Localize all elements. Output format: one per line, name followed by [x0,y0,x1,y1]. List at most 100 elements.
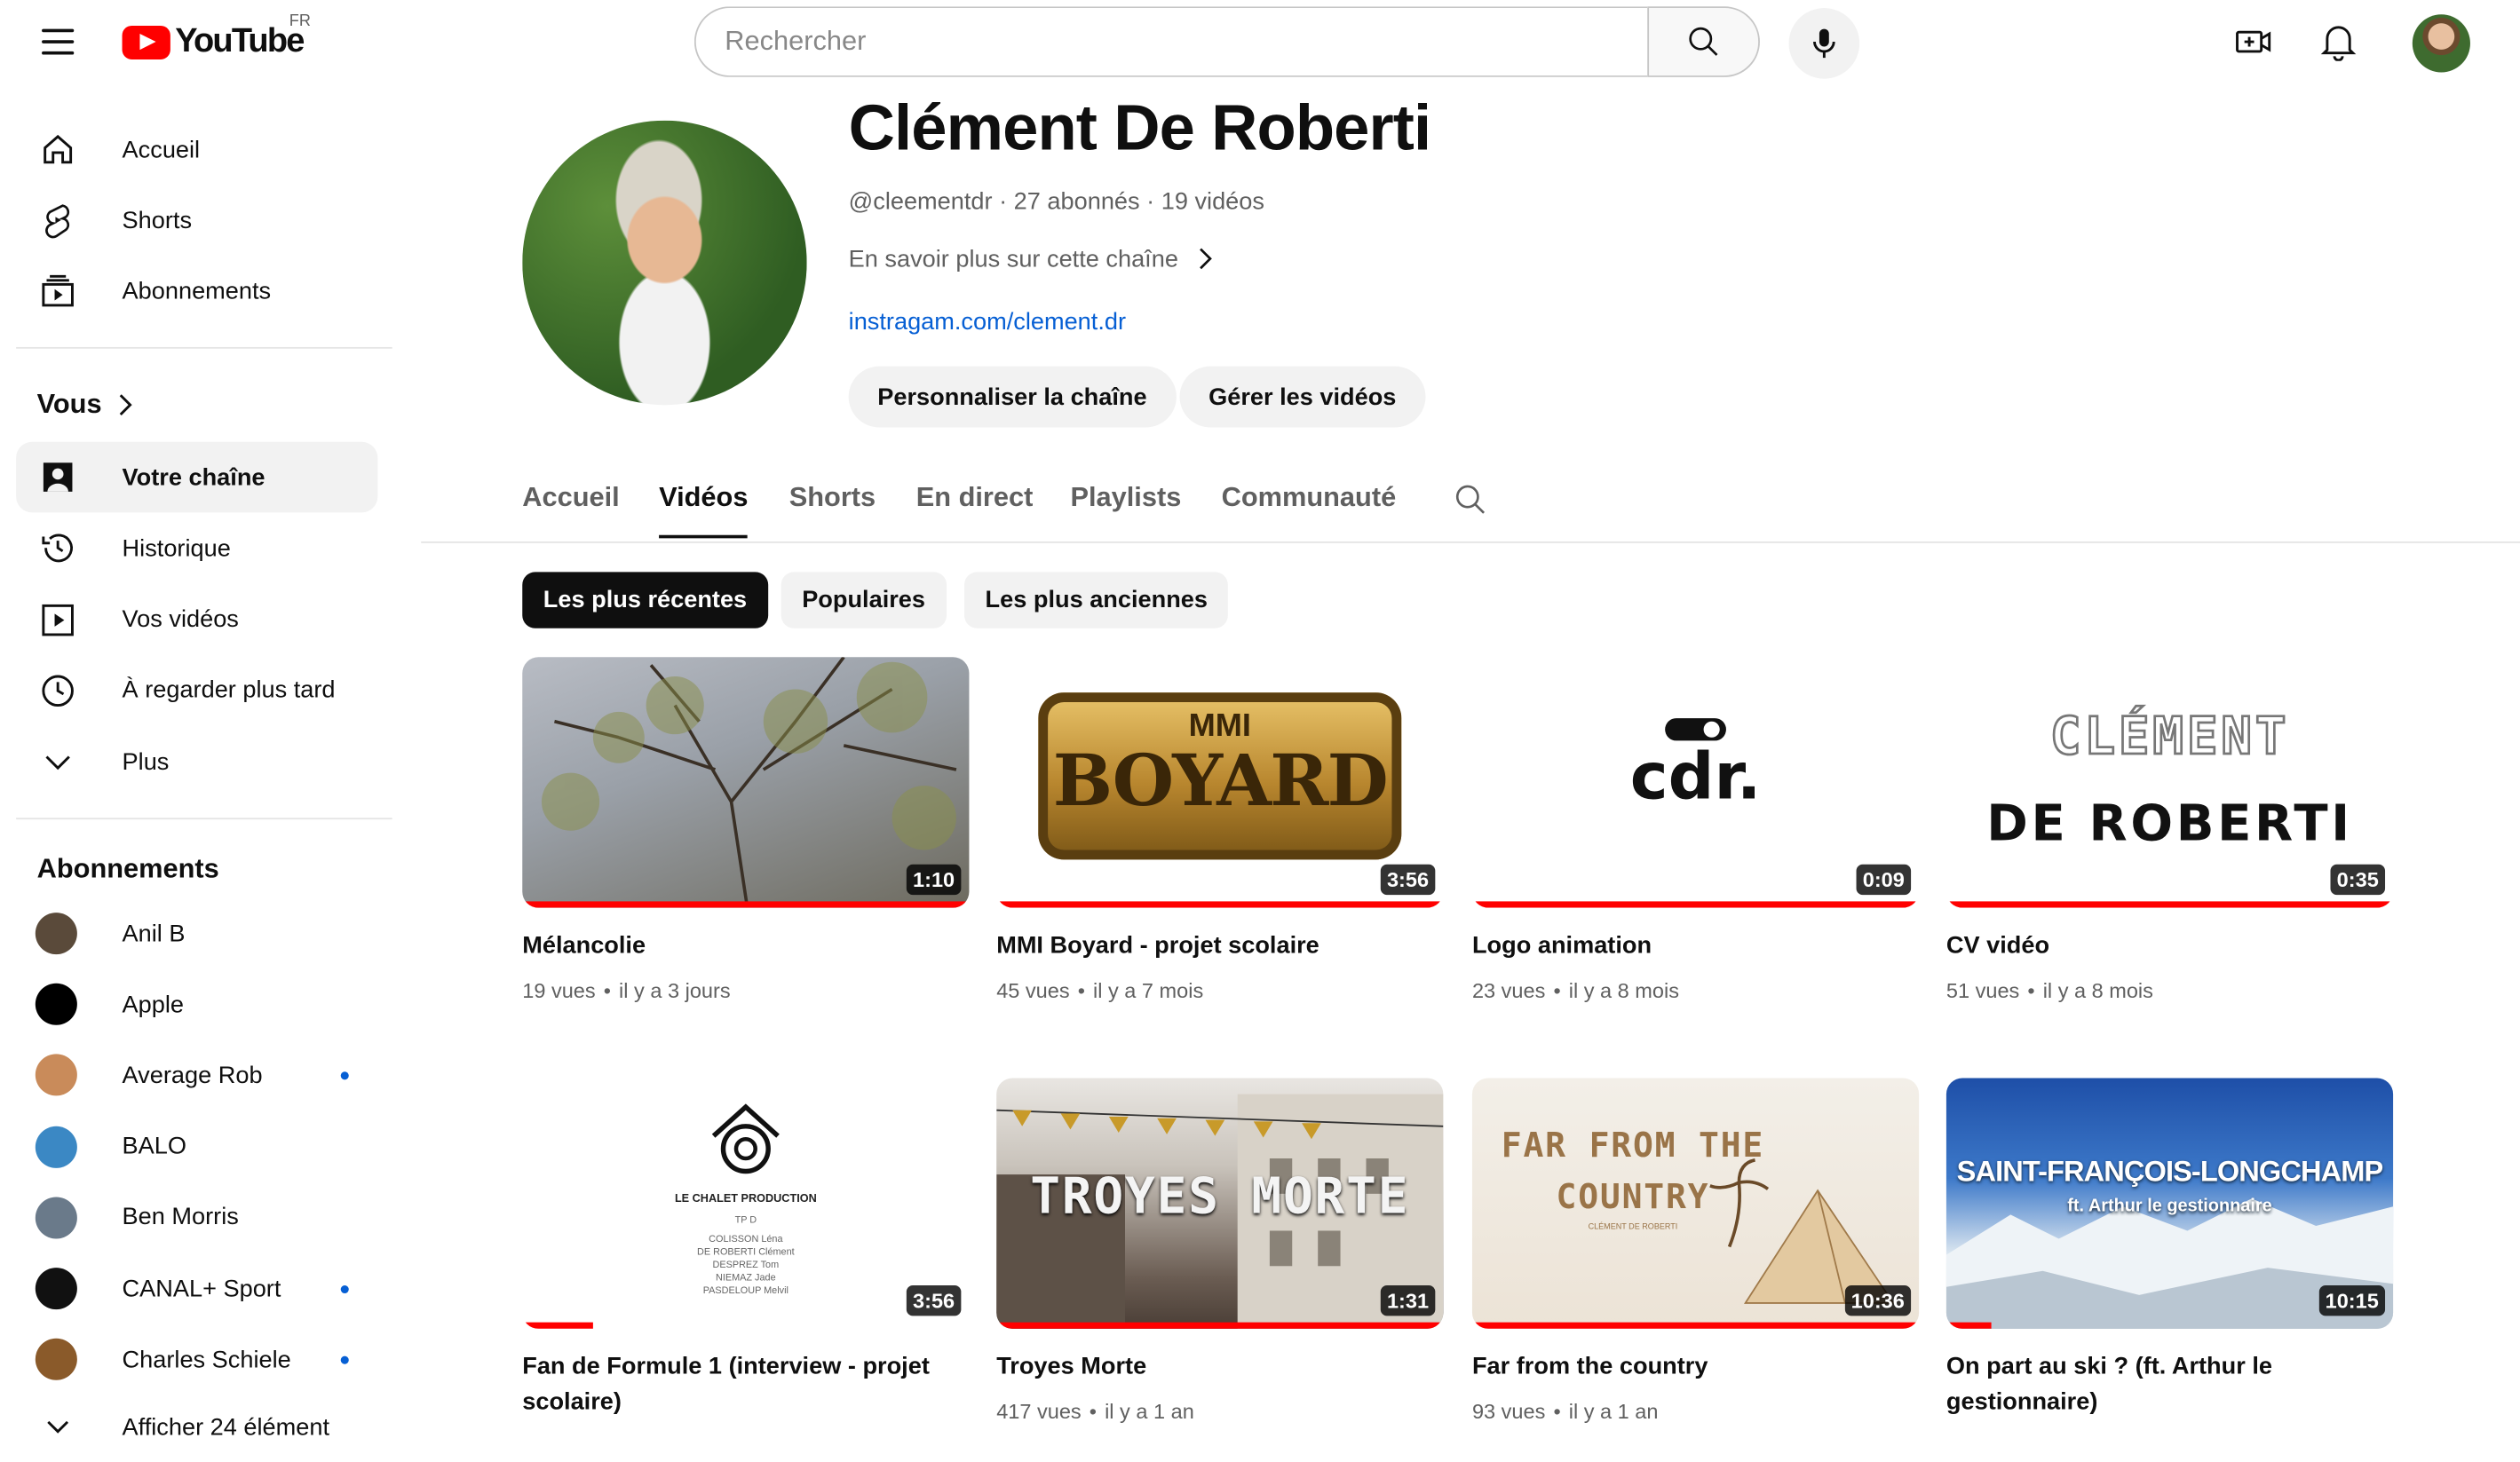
channel-avatar[interactable] [522,120,807,406]
search-button[interactable] [1647,6,1760,77]
upload-age: il y a 7 mois [1092,978,1204,1003]
video-title[interactable]: On part au ski ? (ft. Arthur le gestionn… [1946,1349,2393,1420]
video-thumbnail[interactable]: TROYES MORTE 1:31 [996,1078,1444,1329]
video-duration: 1:31 [1380,1285,1436,1316]
video-duration: 10:15 [2318,1285,2386,1316]
shorts-icon [36,198,81,243]
video-title[interactable]: CV vidéo [1946,929,2393,964]
sidebar-item-label: Accueil [122,135,201,163]
sidebar-item-historique[interactable]: Historique [16,513,377,584]
sidebar-item-shorts[interactable]: Shorts [16,185,377,256]
youtube-play-icon [122,25,170,59]
search-icon [1689,27,1718,56]
tab-en-direct[interactable]: En direct [916,482,1034,514]
view-count: 93 vues [1471,1399,1546,1424]
sort-chip[interactable]: Les plus récentes [522,572,768,628]
tabs-divider [421,541,2520,543]
logo-text: YouTube [175,22,305,59]
view-count: 45 vues [996,978,1070,1003]
sidebar-item--regarder-plus-tard[interactable]: À regarder plus tard [16,655,377,726]
youtube-logo[interactable]: YouTube FR [122,12,311,65]
subscription-item[interactable]: Average Rob [16,1040,377,1111]
sidebar-item-accueil[interactable]: Accueil [16,115,377,186]
customize-channel-button[interactable]: Personnaliser la chaîne [848,366,1177,428]
video-thumbnail[interactable]: 1:10 [522,657,970,908]
video-title[interactable]: MMI Boyard - projet scolaire [996,929,1443,964]
history-icon [36,526,81,571]
channel-search-button[interactable] [1453,482,1488,526]
tab-shorts[interactable]: Shorts [789,482,876,514]
channel-avatar-icon [35,1055,77,1097]
channel-external-link[interactable]: instragam.com/clement.dr [849,309,1126,336]
video-title[interactable]: Mélancolie [522,929,969,964]
notifications-button[interactable] [2306,16,2370,67]
sidebar-item-plus[interactable]: Plus [16,726,377,797]
sort-chip[interactable]: Les plus anciennes [964,572,1229,628]
meta-separator: • [603,978,611,1003]
video-title[interactable]: Troyes Morte [996,1349,1443,1385]
thumbnail-credit: PASDELOUP Melvil [702,1286,788,1297]
channel-about-label: En savoir plus sur cette chaîne [848,245,1178,273]
meta-separator: • [1553,1399,1561,1424]
menu-icon[interactable] [26,22,90,60]
sidebar-item-label: Plus [122,747,170,776]
channel-about-link[interactable]: En savoir plus sur cette chaîne [849,244,1220,273]
subscription-item[interactable]: Ben Morris [16,1182,377,1253]
search-box [693,6,1648,77]
create-button[interactable] [2221,16,2285,67]
microphone-icon [1813,28,1835,59]
video-title[interactable]: Logo animation [1472,929,1919,964]
subscription-name: Ben Morris [122,1204,239,1231]
account-avatar[interactable] [2412,14,2470,73]
voice-search-button[interactable] [1788,8,1860,79]
manage-videos-button[interactable]: Gérer les vidéos [1179,366,1425,428]
watch-progress-bar [996,901,1444,908]
tab-accueil[interactable]: Accueil [522,482,619,514]
sidebar-item-vos-vid-os[interactable]: Vos vidéos [16,584,377,655]
watch-progress-bar [996,1322,1444,1329]
tab-playlists[interactable]: Playlists [1070,482,1181,514]
create-video-icon [2236,30,2271,53]
video-thumbnail[interactable]: LE CHALET PRODUCTION TP D COLISSON Léna DE … [522,1078,970,1329]
video-thumbnail[interactable]: SAINT-FRANÇOIS-LONGCHAMP ft. Arthur le ge… [1945,1078,2394,1329]
video-thumbnail[interactable]: CLÉMENT DE ROBERTI 0:35 [1945,657,2394,908]
view-count: 417 vues [996,1399,1082,1424]
tab-vid-os[interactable]: Vidéos [659,482,748,514]
upload-age: il y a 3 jours [619,978,731,1003]
watch-progress-bar [1945,1322,1992,1329]
thumbnail-credit: DE ROBERTI Clément [697,1248,795,1259]
subscription-item[interactable]: Anil B [16,898,377,969]
sort-chip[interactable]: Populaires [781,572,947,628]
show-more-subscriptions[interactable]: Afficher 24 élément [16,1391,377,1462]
video-title[interactable]: Far from the country [1472,1349,1919,1385]
sidebar-item-abonnements[interactable]: Abonnements [16,256,377,327]
subscription-item[interactable]: CANAL+ Sport [16,1253,377,1324]
toggle-knob [1703,721,1720,738]
search-input[interactable] [695,8,1648,76]
thumbnail-text: cdr. [1629,740,1762,815]
subscription-name: BALO [122,1133,187,1160]
subscription-item[interactable]: Charles Schiele [16,1324,377,1395]
tab-communaut-[interactable]: Communauté [1222,482,1397,514]
watch-later-icon [36,668,81,714]
video-thumbnail[interactable]: MMI BOYARD 3:56 [996,657,1444,908]
upload-age: il y a 8 mois [1568,978,1679,1003]
meta-separator: • [1077,978,1085,1003]
bell-icon [2320,26,2357,61]
chevron-down-icon [36,1404,81,1450]
subscription-name: Apple [122,991,185,1018]
thumbnail-credit: DESPREZ Tom [712,1260,780,1271]
thumbnail-text: CLÉMENT [2048,704,2290,767]
show-more-label: Afficher 24 élément [122,1412,329,1441]
subscription-item[interactable]: BALO [16,1111,377,1182]
sidebar-item-votre-cha-ne[interactable]: Votre chaîne [16,441,378,513]
thumbnail-text: TP D [734,1216,757,1227]
chevron-down-icon [36,739,81,785]
video-title[interactable]: Fan de Formule 1 (interview - projet sco… [522,1349,969,1420]
region-code: FR [289,12,311,31]
subscription-item[interactable]: Apple [16,969,377,1040]
you-section-link[interactable]: Vous [37,389,140,421]
video-thumbnail[interactable]: FAR FROM THE COUNTRY CLÉMENT DE ROBERTI 10:… [1471,1078,1920,1329]
thumbnail-text: DE ROBERTI [1986,794,2353,854]
video-thumbnail[interactable]: cdr. 0:09 [1471,657,1920,908]
